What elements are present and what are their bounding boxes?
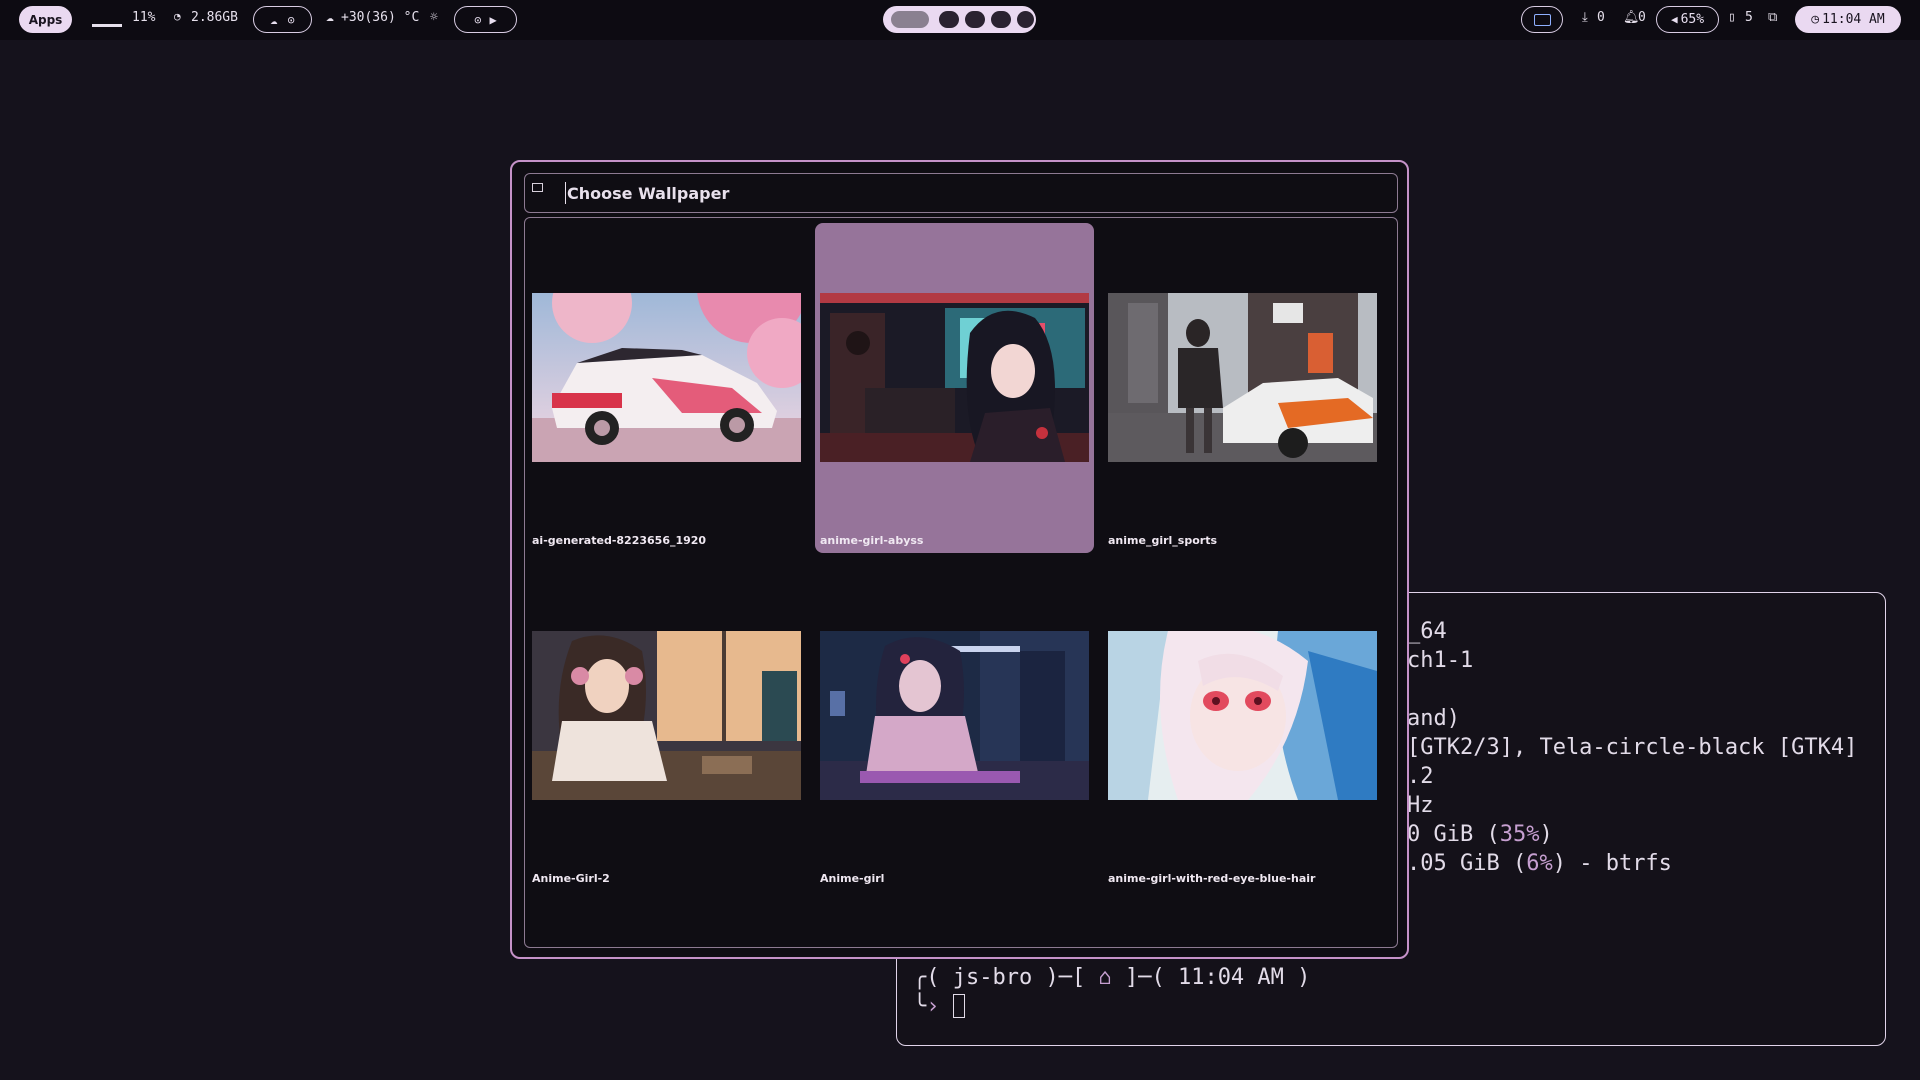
clipboard-count: 5 — [1745, 10, 1753, 25]
terminal-line: _64 — [1407, 619, 1447, 644]
disk-value: .05 GiB ( — [1407, 851, 1527, 876]
wallpaper-card[interactable]: anime_girl_sports — [1103, 223, 1382, 553]
media-controls: ⊙ ▶ — [454, 6, 517, 33]
volume-level: 65% — [1680, 12, 1705, 27]
workspace-1[interactable] — [891, 11, 929, 28]
github-icon[interactable]: ⊙ — [288, 13, 295, 27]
terminal-disk-line: .05 GiB (6%) - btrfs — [1407, 851, 1672, 876]
wallpaper-thumbnail — [1108, 293, 1377, 462]
workspace-4[interactable] — [991, 11, 1011, 28]
memory-icon: ◔ — [174, 10, 181, 23]
notification-count: 0 — [1638, 10, 1646, 25]
cpu-usage: 11% — [132, 10, 156, 25]
keyboard-button[interactable] — [1521, 6, 1563, 33]
workspace-2[interactable] — [939, 11, 959, 28]
play-icon[interactable]: ▶ — [490, 13, 497, 27]
terminal-line: and) — [1407, 706, 1460, 731]
wallpaper-thumbnail — [820, 631, 1089, 800]
clock[interactable]: ◷ 11:04 AM — [1795, 6, 1901, 33]
terminal-line: Hz — [1407, 793, 1434, 818]
wallpaper-card-selected[interactable]: anime-girl-abyss — [815, 223, 1094, 553]
weather-temperature: +30(36) °C — [341, 10, 420, 25]
wallpaper-thumbnail — [820, 293, 1089, 462]
wallpaper-card[interactable]: anime-girl-with-red-eye-blue-hair — [1103, 561, 1382, 891]
wallpaper-card[interactable]: Anime-girl — [815, 561, 1094, 891]
terminal-prompt: ╭( js-bro )─[ ⌂ ]─( 11:04 AM ) — [913, 965, 1311, 990]
network-icon[interactable]: ⧉ — [1768, 10, 1777, 25]
terminal-line: .2 — [1407, 764, 1434, 789]
speaker-icon: ◀ — [1670, 13, 1678, 26]
search-input[interactable]: Choose Wallpaper — [524, 173, 1398, 213]
wallpaper-name: anime-girl-with-red-eye-blue-hair — [1108, 872, 1316, 885]
clock-time: 11:04 AM — [1822, 12, 1885, 27]
volume-button[interactable]: ◀ 65% — [1656, 6, 1719, 33]
image-icon — [532, 183, 543, 192]
search-placeholder: Choose Wallpaper — [567, 184, 730, 203]
terminal-memory-line: 0 GiB (35%) — [1407, 822, 1553, 847]
disk-suffix: ) - btrfs — [1552, 851, 1672, 876]
wallpaper-name: Anime-girl — [820, 872, 885, 885]
keyboard-icon — [1533, 13, 1551, 26]
wallpaper-name: anime_girl_sports — [1108, 534, 1217, 547]
cloud-sync-icon[interactable]: ☁ — [270, 13, 277, 27]
download-count: 0 — [1597, 10, 1605, 25]
top-bar: Apps 11% ◔ 2.86GB ☁ ⊙ ☁ +30(36) °C ☼ ⊙ ▶… — [0, 0, 1920, 40]
wallpaper-grid: ai-generated-8223656_1920 anime-girl-aby… — [524, 217, 1398, 948]
disk-percent: 6% — [1526, 851, 1553, 876]
terminal-cursor — [952, 994, 965, 1018]
workspace-switcher — [883, 6, 1036, 33]
terminal-input-line[interactable]: ╰› — [913, 994, 965, 1019]
wallpaper-name: anime-girl-abyss — [820, 534, 924, 547]
download-icon[interactable]: ⤓ — [1582, 10, 1588, 25]
tray-pill: ☁ ⊙ — [253, 6, 312, 33]
wallpaper-card[interactable]: ai-generated-8223656_1920 — [527, 223, 806, 553]
wallpaper-picker: Choose Wallpaper ai-generated-8223656_19… — [510, 160, 1409, 959]
memory-suffix: ) — [1539, 822, 1553, 847]
terminal-line: [GTK2/3], Tela-circle-black [GTK4] — [1407, 735, 1858, 760]
clipboard-icon[interactable]: ▯ — [1728, 10, 1736, 25]
wallpaper-thumbnail — [532, 293, 801, 462]
memory-value: 0 GiB ( — [1407, 822, 1500, 847]
home-icon: ⌂ — [1098, 965, 1112, 990]
workspace-5[interactable] — [1017, 11, 1034, 28]
wallpaper-thumbnail — [1108, 631, 1377, 800]
theme-toggle-icon[interactable]: ☼ — [430, 10, 438, 25]
weather-icon: ☁ — [326, 10, 334, 25]
apps-button[interactable]: Apps — [19, 6, 72, 33]
wallpaper-thumbnail — [532, 631, 801, 800]
text-cursor — [565, 182, 566, 204]
memory-percent: 35% — [1499, 822, 1540, 847]
workspace-3[interactable] — [965, 11, 985, 28]
clock-icon: ◷ — [1811, 12, 1820, 27]
prompt-arrow-icon: › — [926, 994, 940, 1019]
wallpaper-card[interactable]: Anime-Girl-2 — [527, 561, 806, 891]
wallpaper-name: ai-generated-8223656_1920 — [532, 534, 707, 547]
cpu-graph-icon — [92, 24, 122, 27]
play-circle-icon[interactable]: ⊙ — [474, 13, 481, 27]
memory-usage: 2.86GB — [191, 10, 238, 25]
wallpaper-name: Anime-Girl-2 — [532, 872, 610, 885]
terminal-line: ch1-1 — [1407, 648, 1474, 673]
prompt-time: 11:04 AM — [1177, 965, 1284, 990]
prompt-user: js-bro — [952, 965, 1033, 990]
